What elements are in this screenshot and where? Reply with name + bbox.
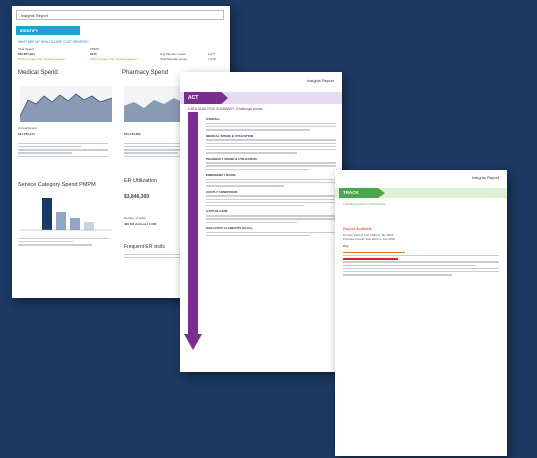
report-available: Report available [343, 226, 372, 231]
er-total-spend: $3,846,369 [124, 194, 150, 200]
medical-spend-chart [20, 86, 112, 122]
summary-body: OVERALL MEDICAL SPEND & UTILIZATION PHAR… [206, 114, 336, 238]
total-spend-label: Total Spend [18, 47, 34, 51]
total-spend-change: 30% increase from previous period [18, 57, 65, 61]
service-detail-lines [18, 236, 110, 247]
pmpm-label: PMPM [90, 47, 99, 51]
identify-banner: IDENTIFY [16, 26, 80, 35]
medical-spend-title: Medical Spend [18, 70, 58, 76]
total-spend-value: $50,821,904 [18, 52, 35, 56]
members-value: 2,477 [208, 52, 216, 56]
pmpm-value: $146 [90, 52, 97, 56]
member-count-label: Total Member Count [160, 57, 188, 61]
er-visits-label: Number of visits [124, 216, 146, 220]
down-arrow-head-icon [184, 334, 202, 350]
track-detail-lines [343, 250, 499, 277]
track-banner: TRACK [339, 188, 385, 198]
section-heading: PHARMACY SPEND & UTILIZATION [206, 156, 257, 161]
report-label: Insights Report [307, 78, 334, 83]
track-report-page[interactable]: Insights Report TRACK Trending report on… [335, 170, 507, 456]
key-label: Key [343, 244, 349, 248]
section-heading: HIGH-COST CLAIMANTS (HCCs) [206, 225, 253, 230]
frequent-er-title: Frequent ER visits [124, 244, 165, 250]
report-header: Insights Report [16, 10, 224, 20]
summary-title: DATA ANALYSIS SUMMARY: Challenge Areas [188, 107, 263, 111]
down-arrow-icon [188, 112, 198, 337]
service-category-chart [20, 198, 112, 231]
pmpm-change: 33% increase from previous period [90, 57, 137, 61]
er-utilization-title: ER Utilization [124, 178, 158, 184]
er-visits-value: 490 ER visits per 1,000 [124, 222, 157, 226]
pharm-annual-value: $10,193,880 [124, 132, 141, 136]
report-label: Insights Report [472, 175, 499, 180]
report-label: Insights Report [21, 12, 48, 18]
annual-spend-label: Annual Spend [18, 126, 37, 130]
section-heading: MEDICAL SPEND & UTILIZATION [206, 133, 254, 138]
pharmacy-spend-title: Pharmacy Spend [122, 70, 169, 76]
act-report-page[interactable]: Insights Report ACT DATA ANALYSIS SUMMAR… [180, 72, 342, 372]
section-heading: GAPS IN CARE [206, 209, 228, 214]
act-banner: ACT [184, 92, 228, 104]
member-count-value: 7,678 [208, 57, 216, 61]
track-subtitle: Trending report on conformance [343, 202, 386, 206]
members-label: Avg Member Count [160, 52, 186, 56]
service-bar-4 [84, 222, 94, 230]
section-heading: OVERALL [206, 117, 221, 121]
annual-spend-value: $41,276,134 [18, 132, 35, 136]
service-category-title: Service Category Spend PMPM [18, 182, 96, 188]
service-bar-1 [42, 198, 52, 230]
previous-period: Previous Period: Feb 2022 to Jan 2023 [343, 237, 396, 241]
service-bar-2 [56, 212, 66, 230]
section-question: WHAT ARE MY HEALTHCARE COST DRIVERS? [18, 40, 89, 44]
medical-detail-lines [18, 141, 108, 159]
section-heading: COSTLY CONDITIONS [206, 189, 238, 194]
service-bar-3 [70, 218, 80, 230]
section-heading: EMERGENCY ROOM [206, 173, 236, 178]
